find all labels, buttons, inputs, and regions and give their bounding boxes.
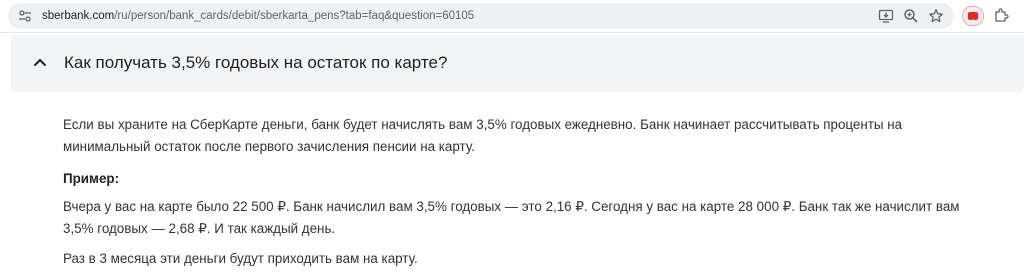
browser-toolbar: sberbank.com/ru/person/bank_cards/debit/… xyxy=(0,0,1024,32)
youtube-logo xyxy=(968,12,978,23)
bookmark-star-icon[interactable] xyxy=(928,8,944,24)
extensions-icon[interactable] xyxy=(993,7,1010,24)
url-path: /ru/person/bank_cards/debit/sberkarta_pe… xyxy=(114,10,475,22)
faq-question-title[interactable]: Как получать 3,5% годовых на остаток по … xyxy=(64,52,447,74)
zoom-icon[interactable] xyxy=(903,8,919,24)
url-host: sberbank.com xyxy=(42,10,115,22)
install-app-icon[interactable] xyxy=(878,8,894,24)
toolbar-divider xyxy=(0,32,1024,33)
example-label: Пример: xyxy=(63,171,120,186)
answer-paragraph: Если вы храните на СберКарте деньги, бан… xyxy=(63,117,903,154)
url-text[interactable]: sberbank.com/ru/person/bank_cards/debit/… xyxy=(42,9,474,23)
example-paragraph: Вчера у вас на карте было 22 500 ₽. Банк… xyxy=(63,199,960,236)
faq-question-header[interactable]: Как получать 3,5% годовых на остаток по … xyxy=(11,35,1024,92)
site-info-icon[interactable] xyxy=(18,9,32,23)
youtube-extension-icon[interactable] xyxy=(962,6,984,26)
chevron-up-icon[interactable] xyxy=(33,56,47,68)
address-bar[interactable]: sberbank.com/ru/person/bank_cards/debit/… xyxy=(8,3,954,29)
answer-paragraph-final: Раз в 3 месяца эти деньги будут приходит… xyxy=(63,251,418,266)
